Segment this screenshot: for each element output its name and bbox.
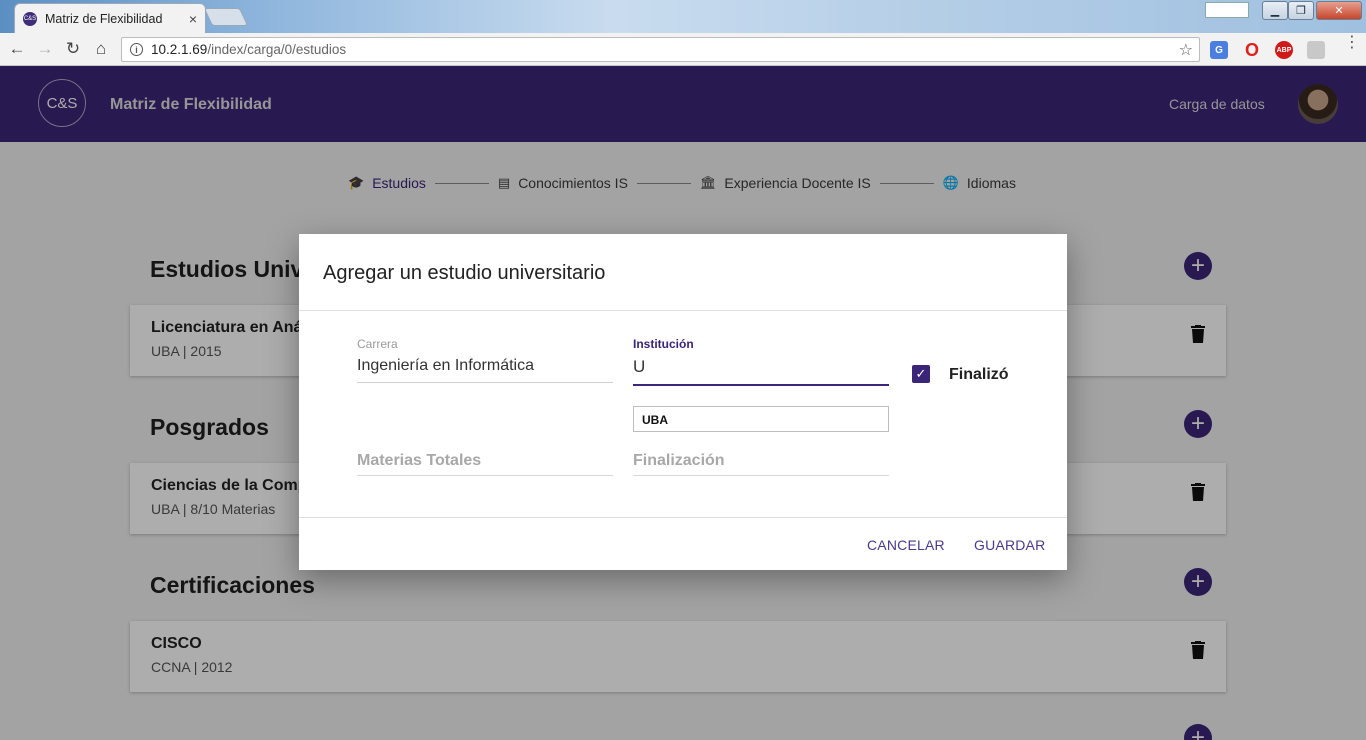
- window-search-box[interactable]: [1205, 2, 1249, 18]
- divider: [299, 517, 1067, 518]
- carrera-input[interactable]: [357, 353, 613, 383]
- divider: [299, 310, 1067, 311]
- dialog-title: Agregar un estudio universitario: [323, 262, 606, 284]
- favicon-icon: C&S: [23, 11, 37, 26]
- finalizacion-input[interactable]: Finalización: [633, 446, 889, 476]
- finalizo-label: Finalizó: [949, 366, 1009, 383]
- home-icon[interactable]: ⌂: [90, 38, 112, 60]
- translate-extension-icon[interactable]: G: [1210, 41, 1228, 59]
- url-path: /index/carga/0/estudios: [207, 42, 347, 57]
- close-window-button[interactable]: ✕: [1316, 1, 1362, 20]
- autocomplete-option[interactable]: UBA: [633, 406, 889, 432]
- tab-close-icon[interactable]: ×: [189, 11, 197, 27]
- institucion-input[interactable]: [633, 353, 889, 386]
- info-icon[interactable]: i: [130, 43, 143, 56]
- carrera-field: Carrera: [357, 337, 613, 383]
- institucion-field: Institución: [633, 337, 889, 386]
- cancel-button[interactable]: CANCELAR: [867, 537, 945, 553]
- minimize-button[interactable]: ▁: [1262, 1, 1288, 20]
- browser-menu-icon[interactable]: ⋮: [1344, 35, 1360, 51]
- materias-totales-input[interactable]: Materias Totales: [357, 446, 613, 476]
- adblock-extension-icon[interactable]: ABP: [1275, 41, 1293, 59]
- bookmark-star-icon[interactable]: ☆: [1179, 40, 1193, 60]
- url-host: 10.2.1.69: [151, 42, 208, 57]
- back-arrow-icon[interactable]: ←: [6, 38, 28, 60]
- finalizo-checkbox[interactable]: ✓: [912, 365, 930, 383]
- reload-icon[interactable]: ↻: [62, 38, 84, 60]
- browser-toolbar: ← → ↻ ⌂ i 10.2.1.69 /index/carga/0/estud…: [0, 33, 1366, 66]
- window-titlebar: C&S Matriz de Flexibilidad × ▁ ❐ ✕: [0, 0, 1366, 33]
- institucion-label: Institución: [633, 337, 694, 351]
- forward-arrow-icon[interactable]: →: [34, 38, 56, 60]
- browser-tab[interactable]: C&S Matriz de Flexibilidad ×: [14, 3, 206, 33]
- maximize-button[interactable]: ❐: [1288, 1, 1314, 20]
- add-estudio-dialog: Agregar un estudio universitario Carrera…: [299, 234, 1067, 570]
- new-tab-button[interactable]: [203, 8, 249, 26]
- opera-extension-icon[interactable]: O: [1243, 40, 1261, 60]
- address-bar[interactable]: i 10.2.1.69 /index/carga/0/estudios ☆: [121, 37, 1200, 62]
- tab-title: Matriz de Flexibilidad: [45, 11, 163, 26]
- carrera-label: Carrera: [357, 337, 398, 351]
- extension-icon[interactable]: [1307, 41, 1325, 59]
- save-button[interactable]: GUARDAR: [974, 537, 1045, 553]
